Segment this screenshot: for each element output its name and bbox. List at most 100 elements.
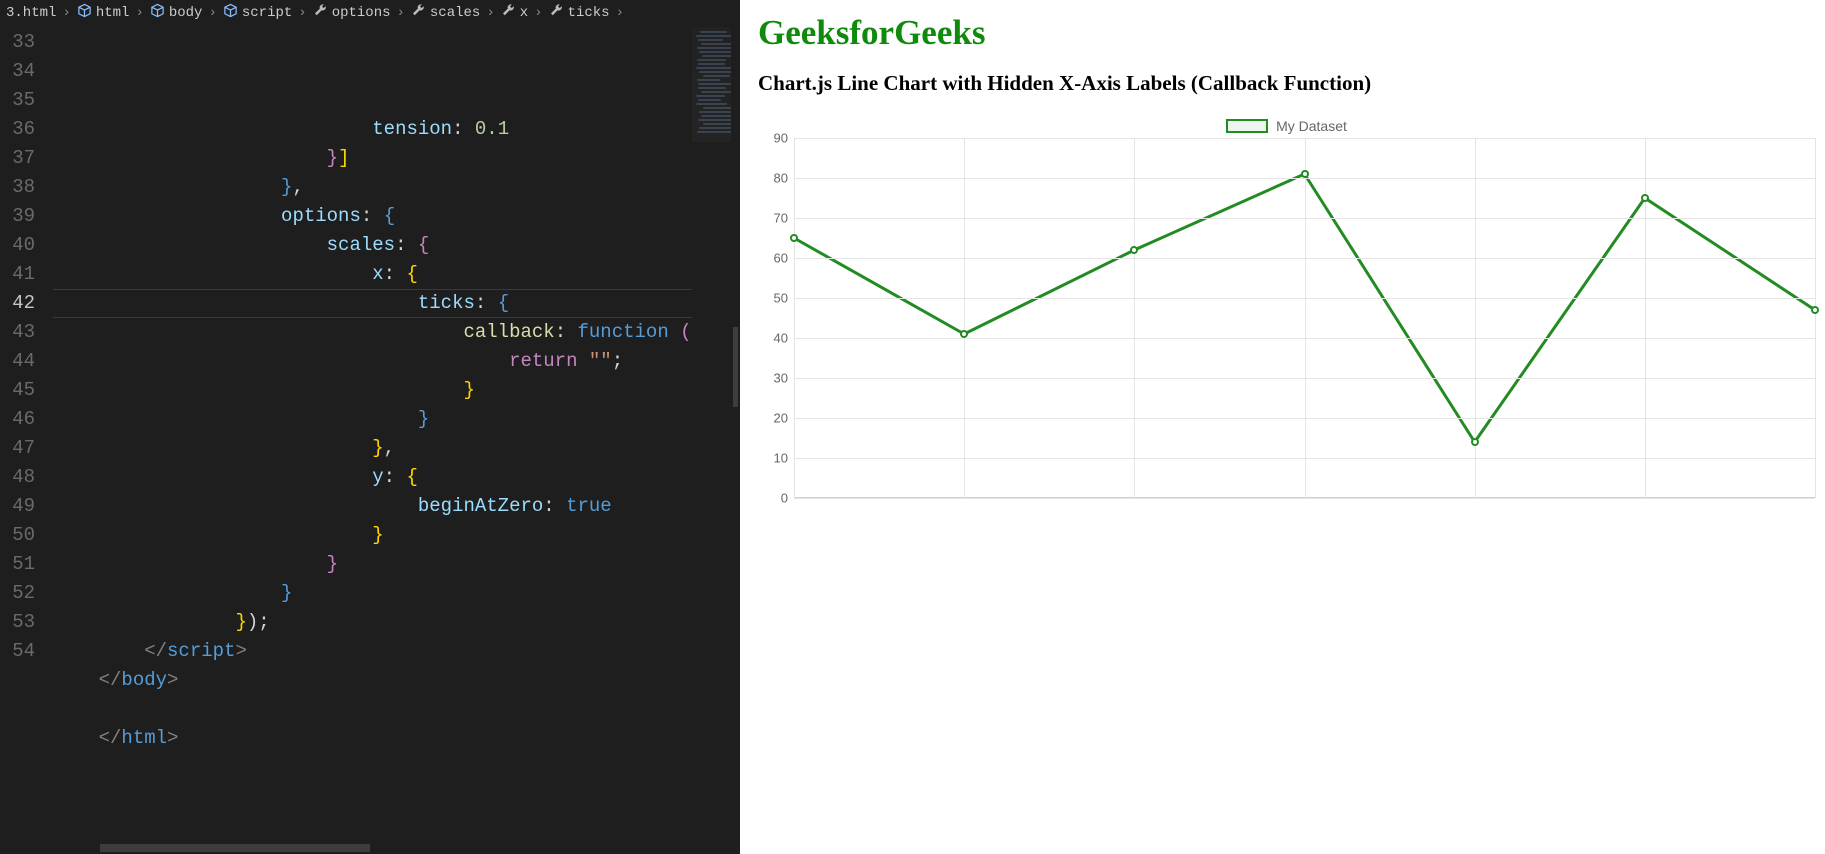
breadcrumb-segment[interactable]: options (313, 3, 391, 23)
line-number: 39 (0, 202, 35, 231)
line-number: 51 (0, 550, 35, 579)
data-point[interactable] (1471, 438, 1479, 446)
line-chart[interactable]: 0102030405060708090 (762, 138, 1815, 498)
line-number: 33 (0, 28, 35, 57)
chart-legend[interactable]: My Dataset (758, 118, 1815, 134)
scrollbar-vertical[interactable] (731, 27, 740, 854)
line-number: 53 (0, 608, 35, 637)
code-line[interactable]: } (53, 550, 692, 579)
legend-label: My Dataset (1276, 118, 1347, 134)
cube-icon (77, 3, 92, 23)
chevron-right-icon: › (534, 5, 542, 21)
line-number: 49 (0, 492, 35, 521)
grid-line-v (1305, 138, 1306, 498)
code-line[interactable]: } (53, 579, 692, 608)
data-point[interactable] (1301, 170, 1309, 178)
code-line[interactable]: </body> (53, 666, 692, 695)
line-number: 34 (0, 57, 35, 86)
code-line[interactable]: return ""; (53, 347, 692, 376)
y-tick-label: 70 (762, 211, 788, 226)
code-line[interactable]: y: { (53, 463, 692, 492)
code-line[interactable]: options: { (53, 202, 692, 231)
y-tick-label: 50 (762, 291, 788, 306)
line-number: 52 (0, 579, 35, 608)
minimap[interactable] (692, 27, 731, 854)
wrench-icon (313, 3, 328, 23)
line-number: 40 (0, 231, 35, 260)
grid-line-v (964, 138, 965, 498)
line-number: 37 (0, 144, 35, 173)
scrollbar-vertical-thumb[interactable] (733, 327, 738, 407)
wrench-icon (501, 3, 516, 23)
line-number: 48 (0, 463, 35, 492)
data-point[interactable] (1641, 194, 1649, 202)
chevron-right-icon: › (616, 5, 624, 21)
breadcrumb-segment[interactable]: ticks (549, 3, 610, 23)
line-number: 54 (0, 637, 35, 666)
code-line[interactable]: } (53, 376, 692, 405)
line-number: 45 (0, 376, 35, 405)
code-line[interactable]: }] (53, 144, 692, 173)
code-line[interactable]: x: { (53, 260, 692, 289)
scrollbar-horizontal-thumb[interactable] (100, 844, 370, 852)
grid-line-h (794, 498, 1815, 499)
chevron-right-icon: › (208, 5, 216, 21)
data-point[interactable] (1811, 306, 1819, 314)
data-point[interactable] (790, 234, 798, 242)
cube-icon (223, 3, 238, 23)
page-subtitle: Chart.js Line Chart with Hidden X-Axis L… (758, 71, 1815, 96)
chevron-right-icon: › (135, 5, 143, 21)
y-tick-label: 60 (762, 251, 788, 266)
code-body[interactable]: tension: 0.1 }] }, options: { scales: { … (53, 27, 692, 854)
browser-preview-pane: GeeksforGeeks Chart.js Line Chart with H… (740, 0, 1825, 854)
code-line[interactable]: }, (53, 434, 692, 463)
line-number: 42 (0, 289, 35, 318)
y-tick-label: 40 (762, 331, 788, 346)
line-number: 36 (0, 115, 35, 144)
breadcrumb-file[interactable]: 3.html (6, 5, 56, 21)
code-line[interactable] (53, 695, 692, 724)
code-editor-pane: 3.html › html › body › script › options › scales › x… (0, 0, 740, 854)
code-line[interactable]: }, (53, 173, 692, 202)
line-number: 44 (0, 347, 35, 376)
code-area[interactable]: 3334353637383940414243444546474849505152… (0, 27, 740, 854)
line-number: 35 (0, 86, 35, 115)
y-tick-label: 10 (762, 451, 788, 466)
minimap-viewport[interactable] (692, 27, 731, 142)
code-line[interactable]: ticks: { (53, 289, 692, 318)
line-number: 47 (0, 434, 35, 463)
chevron-right-icon: › (62, 5, 70, 21)
code-line[interactable]: } (53, 521, 692, 550)
code-line[interactable]: beginAtZero: true (53, 492, 692, 521)
data-point[interactable] (1130, 246, 1138, 254)
scrollbar-horizontal[interactable] (70, 842, 370, 854)
code-line[interactable]: } (53, 405, 692, 434)
line-number: 50 (0, 521, 35, 550)
breadcrumb-segment[interactable]: scales (411, 3, 480, 23)
page-title: GeeksforGeeks (758, 13, 1815, 53)
breadcrumb-segment[interactable]: body (150, 3, 203, 23)
data-point[interactable] (960, 330, 968, 338)
wrench-icon (549, 3, 564, 23)
grid-line-v (794, 138, 795, 498)
code-line[interactable]: callback: function ( (53, 318, 692, 347)
code-line[interactable]: tension: 0.1 (53, 115, 692, 144)
line-number: 43 (0, 318, 35, 347)
breadcrumb-segment[interactable]: html (77, 3, 130, 23)
chevron-right-icon: › (397, 5, 405, 21)
grid-line-v (1815, 138, 1816, 498)
grid-line-v (1134, 138, 1135, 498)
breadcrumb-segment[interactable]: x (501, 3, 528, 23)
legend-swatch (1226, 119, 1268, 133)
breadcrumb[interactable]: 3.html › html › body › script › options › scales › x… (0, 0, 740, 27)
code-line[interactable]: }); (53, 608, 692, 637)
code-line[interactable]: </html> (53, 724, 692, 753)
grid-line-v (1645, 138, 1646, 498)
chevron-right-icon: › (486, 5, 494, 21)
breadcrumb-segment[interactable]: script (223, 3, 292, 23)
y-tick-label: 90 (762, 131, 788, 146)
y-tick-label: 0 (762, 491, 788, 506)
y-tick-label: 30 (762, 371, 788, 386)
code-line[interactable]: scales: { (53, 231, 692, 260)
code-line[interactable]: </script> (53, 637, 692, 666)
